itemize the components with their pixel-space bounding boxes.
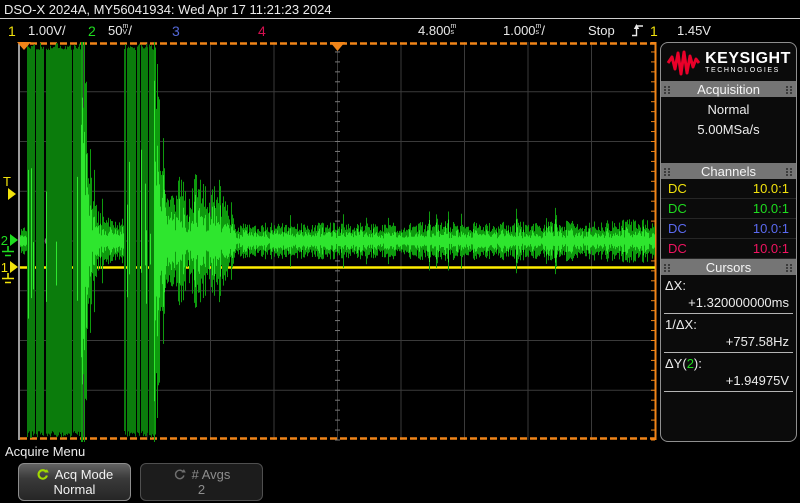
keysight-logo: KEYSIGHT TECHNOLOGIES (661, 43, 796, 81)
cursors-section-header[interactable]: Cursors (661, 259, 796, 275)
ch4-number[interactable]: 4 (258, 23, 266, 39)
acquisition-section-header[interactable]: Acquisition (661, 81, 796, 97)
ch2-number[interactable]: 2 (88, 23, 96, 39)
divider (664, 391, 793, 392)
trigger-level-marker-icon[interactable] (8, 188, 16, 200)
ch1-ground-label[interactable]: 1 (1, 260, 8, 275)
inverse-delta-x-value: +757.58Hz (661, 332, 796, 352)
menu-title: Acquire Menu (5, 444, 85, 459)
delta-y-label: ΔY(2): (661, 353, 796, 371)
ch2-scale[interactable]: 50mV/ (108, 23, 132, 38)
channel-row-3: DC 10.0:1 (661, 219, 796, 239)
trigger-source: 1 (650, 23, 658, 39)
trigger-level-label[interactable]: T (3, 174, 11, 189)
trigger-time-marker-icon[interactable] (330, 42, 345, 51)
oscilloscope-screen: DSO-X 2024A, MY56041934: Wed Apr 17 11:2… (0, 0, 800, 503)
horizontal-delay[interactable]: 4.800ms (418, 23, 456, 38)
channels-section-header[interactable]: Channels (661, 163, 796, 179)
keysight-wave-icon (666, 50, 700, 76)
channel-row-1: DC 10.0:1 (661, 179, 796, 199)
brand-subtitle: TECHNOLOGIES (705, 66, 791, 75)
channel-row-4: DC 10.0:1 (661, 239, 796, 259)
grip-icon (786, 85, 793, 94)
title-bar: DSO-X 2024A, MY56041934: Wed Apr 17 11:2… (0, 0, 800, 19)
timebase-scale[interactable]: 1.000ms/ (503, 23, 545, 38)
ch2-ground-label[interactable]: 2 (1, 233, 8, 248)
trigger-level: 1.45V (677, 23, 711, 38)
info-sidebar: KEYSIGHT TECHNOLOGIES Acquisition Normal… (660, 42, 797, 442)
instrument-title: DSO-X 2024A, MY56041934: Wed Apr 17 11:2… (4, 2, 332, 17)
waveform-graticule[interactable]: T 2 1 (0, 42, 658, 442)
cycle-icon (36, 468, 49, 481)
softkey-num-avgs[interactable]: # Avgs 2 (140, 463, 263, 501)
delta-x-label: ΔX: (661, 275, 796, 293)
status-bar: 1 1.00V/ 2 50mV/ 3 4 4.800ms 1.000ms/ St… (0, 20, 800, 42)
grip-icon (664, 85, 671, 94)
acquisition-mode: Normal (661, 102, 796, 117)
cycle-icon (173, 468, 186, 481)
delta-x-value: +1.320000000ms (661, 293, 796, 313)
sample-rate: 5.00MSa/s (661, 122, 796, 137)
ch3-number[interactable]: 3 (172, 23, 180, 39)
ch2-ground-marker-icon[interactable] (10, 234, 18, 246)
softkey-acq-mode[interactable]: Acq Mode Normal (18, 463, 131, 501)
grip-icon (786, 263, 793, 272)
run-state: Stop (588, 23, 615, 38)
rising-edge-trigger-icon (631, 22, 644, 42)
brand-name: KEYSIGHT (705, 51, 791, 66)
grip-icon (664, 263, 671, 272)
ch1-number[interactable]: 1 (8, 23, 16, 39)
grip-icon (786, 167, 793, 176)
ch1-scale[interactable]: 1.00V/ (28, 23, 66, 38)
delta-y-value: +1.94975V (661, 371, 796, 391)
ch1-ground-marker-icon[interactable] (10, 261, 18, 273)
inverse-delta-x-label: 1/ΔX: (661, 314, 796, 332)
grip-icon (664, 167, 671, 176)
channel-row-2: DC 10.0:1 (661, 199, 796, 219)
